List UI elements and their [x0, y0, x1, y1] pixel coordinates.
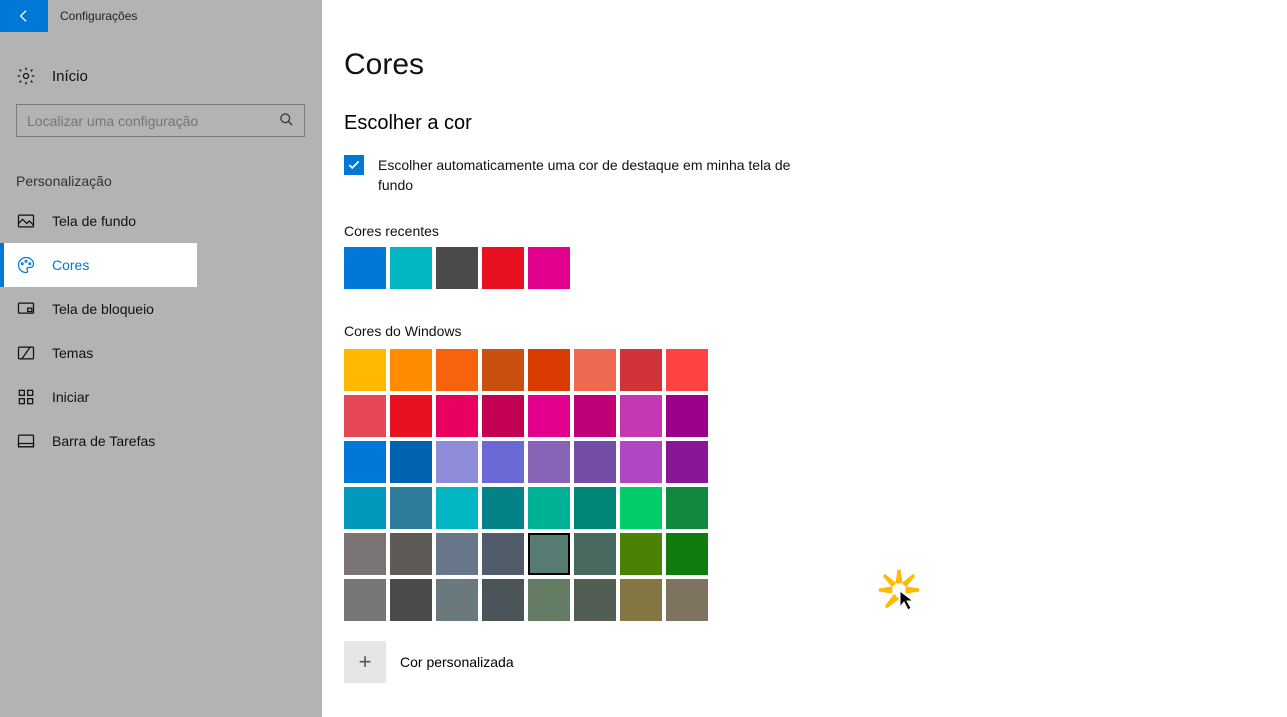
- recent-color-swatches: [344, 247, 744, 289]
- color-swatch[interactable]: [666, 441, 708, 483]
- color-swatch[interactable]: [344, 487, 386, 529]
- color-swatch[interactable]: [436, 487, 478, 529]
- color-swatch[interactable]: [390, 441, 432, 483]
- start-icon: [16, 387, 36, 407]
- sidebar-home[interactable]: Início: [0, 56, 322, 96]
- auto-accent-label: Escolher automaticamente uma cor de dest…: [378, 155, 804, 195]
- themes-icon: [16, 343, 36, 363]
- color-swatch[interactable]: [344, 247, 386, 289]
- taskbar-icon: [16, 431, 36, 451]
- color-swatch[interactable]: [666, 349, 708, 391]
- color-swatch[interactable]: [666, 487, 708, 529]
- titlebar: Configurações: [0, 0, 322, 32]
- color-swatch[interactable]: [344, 395, 386, 437]
- color-swatch[interactable]: [482, 579, 524, 621]
- color-swatch[interactable]: [574, 441, 616, 483]
- color-swatch[interactable]: [574, 395, 616, 437]
- color-swatch[interactable]: [528, 441, 570, 483]
- back-button[interactable]: [0, 0, 48, 32]
- sidebar-item-label: Tela de bloqueio: [52, 301, 154, 317]
- color-swatch[interactable]: [620, 579, 662, 621]
- sidebar-item-tela-de-fundo[interactable]: Tela de fundo: [0, 199, 197, 243]
- color-swatch[interactable]: [482, 441, 524, 483]
- color-swatch[interactable]: [482, 349, 524, 391]
- search-icon: [279, 112, 294, 130]
- main-panel: Cores Escolher a cor Escolher automatica…: [322, 0, 1287, 717]
- sidebar-item-label: Iniciar: [52, 389, 89, 405]
- sidebar-item-cores[interactable]: Cores: [0, 243, 197, 287]
- page-title: Cores: [344, 48, 1287, 82]
- check-icon: [347, 158, 361, 172]
- sidebar-item-label: Temas: [52, 345, 93, 361]
- sidebar-home-label: Início: [52, 68, 88, 85]
- color-swatch[interactable]: [390, 349, 432, 391]
- color-swatch[interactable]: [528, 395, 570, 437]
- color-swatch[interactable]: [390, 487, 432, 529]
- palette-icon: [16, 255, 36, 275]
- sidebar-item-barra-de-tarefas[interactable]: Barra de Tarefas: [0, 419, 197, 463]
- color-swatch[interactable]: [528, 533, 570, 575]
- color-swatch[interactable]: [482, 395, 524, 437]
- sidebar-item-label: Barra de Tarefas: [52, 433, 155, 449]
- color-swatch[interactable]: [390, 247, 432, 289]
- app-title: Configurações: [48, 9, 137, 23]
- color-swatch[interactable]: [344, 441, 386, 483]
- color-swatch[interactable]: [482, 533, 524, 575]
- search-box[interactable]: [16, 104, 305, 137]
- color-swatch[interactable]: [620, 349, 662, 391]
- color-swatch[interactable]: [620, 487, 662, 529]
- color-swatch[interactable]: [344, 579, 386, 621]
- section-choose-color: Escolher a cor: [344, 112, 1287, 135]
- sidebar-item-label: Tela de fundo: [52, 213, 136, 229]
- color-swatch[interactable]: [666, 579, 708, 621]
- auto-accent-checkbox[interactable]: [344, 155, 364, 175]
- color-swatch[interactable]: [666, 395, 708, 437]
- color-swatch[interactable]: [390, 395, 432, 437]
- color-swatch[interactable]: [436, 349, 478, 391]
- color-swatch[interactable]: [482, 487, 524, 529]
- color-swatch[interactable]: [620, 533, 662, 575]
- color-swatch[interactable]: [528, 487, 570, 529]
- color-swatch[interactable]: [574, 349, 616, 391]
- gear-icon: [16, 66, 36, 86]
- picture-icon: [16, 211, 36, 231]
- recent-colors-label: Cores recentes: [344, 223, 1287, 239]
- sidebar-item-label: Cores: [52, 257, 89, 273]
- color-swatch[interactable]: [620, 441, 662, 483]
- windows-colors-label: Cores do Windows: [344, 323, 1287, 339]
- color-swatch[interactable]: [436, 247, 478, 289]
- color-swatch[interactable]: [344, 349, 386, 391]
- search-input[interactable]: [27, 113, 277, 129]
- color-swatch[interactable]: [574, 487, 616, 529]
- windows-color-grid: [344, 349, 1287, 621]
- sidebar-item-iniciar[interactable]: Iniciar: [0, 375, 197, 419]
- color-swatch[interactable]: [620, 395, 662, 437]
- arrow-left-icon: [16, 8, 32, 24]
- sidebar-item-tela-de-bloqueio[interactable]: Tela de bloqueio: [0, 287, 197, 331]
- lock-screen-icon: [16, 299, 36, 319]
- color-swatch[interactable]: [436, 441, 478, 483]
- color-swatch[interactable]: [528, 247, 570, 289]
- sidebar-item-temas[interactable]: Temas: [0, 331, 197, 375]
- color-swatch[interactable]: [482, 247, 524, 289]
- plus-icon: +: [359, 649, 372, 675]
- color-swatch[interactable]: [528, 349, 570, 391]
- color-swatch[interactable]: [666, 533, 708, 575]
- color-swatch[interactable]: [528, 579, 570, 621]
- color-swatch[interactable]: [574, 579, 616, 621]
- color-swatch[interactable]: [574, 533, 616, 575]
- color-swatch[interactable]: [344, 533, 386, 575]
- sidebar: Configurações Início Personalização Tela…: [0, 0, 322, 717]
- color-swatch[interactable]: [436, 395, 478, 437]
- custom-color-button[interactable]: +: [344, 641, 386, 683]
- custom-color-label: Cor personalizada: [400, 654, 514, 670]
- color-swatch[interactable]: [390, 533, 432, 575]
- sidebar-category: Personalização: [0, 137, 322, 199]
- color-swatch[interactable]: [436, 533, 478, 575]
- color-swatch[interactable]: [390, 579, 432, 621]
- color-swatch[interactable]: [436, 579, 478, 621]
